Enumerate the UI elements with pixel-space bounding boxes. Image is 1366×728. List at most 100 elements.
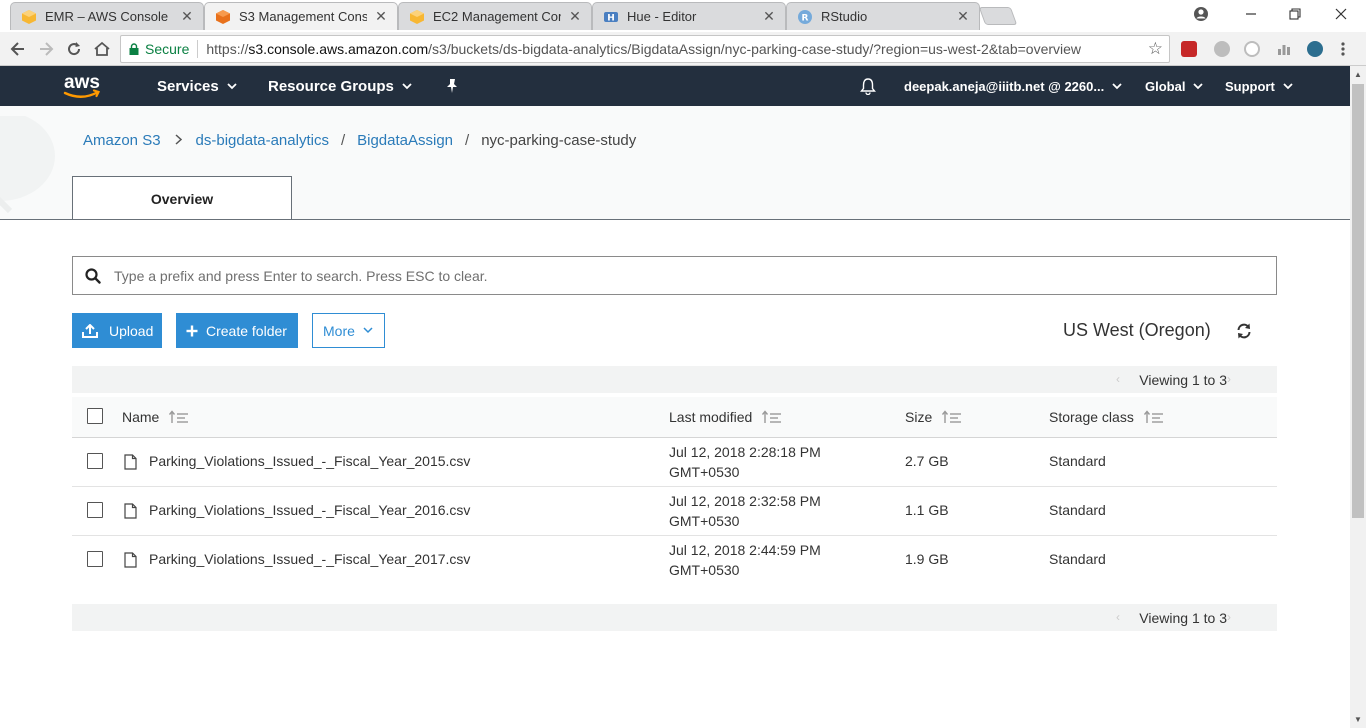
column-header-label: Storage class [1049, 409, 1134, 425]
browser-tab-hue[interactable]: H Hue - Editor ✕ [592, 2, 786, 30]
create-folder-button[interactable]: Create folder [176, 313, 298, 348]
plus-icon [186, 325, 198, 336]
close-icon[interactable]: ✕ [955, 8, 971, 25]
tab-title: EMR – AWS Console [45, 9, 169, 24]
upload-button[interactable]: Upload [72, 313, 162, 348]
table-row[interactable]: Parking_Violations_Issued_-_Fiscal_Year_… [72, 536, 1277, 585]
region-label: US West (Oregon) [1063, 320, 1211, 340]
reload-icon[interactable] [62, 37, 86, 61]
prev-page-icon[interactable]: ‹ [1116, 610, 1120, 624]
breadcrumb-folder[interactable]: BigdataAssign [357, 132, 453, 149]
chevron-down-icon [363, 327, 373, 334]
more-button[interactable]: More [312, 313, 385, 348]
scroll-down-arrow-icon[interactable]: ▼ [1354, 715, 1362, 724]
column-header-label: Name [122, 409, 160, 425]
refresh-icon[interactable] [1236, 323, 1252, 344]
storage-class: Standard [1049, 551, 1106, 567]
browser-tab-emr[interactable]: EMR – AWS Console ✕ [10, 2, 204, 30]
breadcrumb-amazon-s3[interactable]: Amazon S3 [83, 132, 161, 149]
extension-ublock-icon[interactable] [1244, 41, 1260, 57]
content-header: Amazon S3 ds-bigdata-analytics / Bigdata… [0, 106, 1350, 220]
close-icon[interactable]: ✕ [761, 8, 777, 25]
column-header-last-modified[interactable]: Last modified [669, 409, 782, 425]
chevron-down-icon [227, 83, 237, 90]
column-header-label: Size [905, 409, 933, 425]
notifications-bell-icon[interactable] [859, 66, 877, 106]
chrome-menu-icon[interactable] [1336, 37, 1350, 61]
row-checkbox[interactable] [87, 551, 103, 567]
restore-icon[interactable] [1272, 0, 1318, 28]
url-host: s3.console.aws.amazon.com [248, 41, 429, 57]
new-tab-button[interactable] [978, 7, 1018, 25]
prefix-search-box[interactable]: Type a prefix and press Enter to search.… [72, 256, 1277, 295]
last-modified-timezone: GMT+0530 [669, 562, 740, 578]
support-menu[interactable]: Support [1225, 66, 1293, 106]
sort-icon [1143, 410, 1163, 423]
forward-icon[interactable] [34, 37, 58, 61]
last-modified-date: Jul 12, 2018 2:32:58 PM [669, 493, 821, 509]
table-row[interactable]: Parking_Violations_Issued_-_Fiscal_Year_… [72, 438, 1277, 487]
column-header-size[interactable]: Size [905, 409, 962, 425]
row-checkbox[interactable] [87, 453, 103, 469]
next-page-icon[interactable]: › [1227, 610, 1231, 624]
profile-icon[interactable] [1178, 0, 1224, 28]
column-header-name[interactable]: Name [122, 409, 189, 425]
breadcrumb-bucket[interactable]: ds-bigdata-analytics [196, 132, 329, 149]
pager-text: Viewing 1 to 3 [1139, 610, 1227, 626]
scroll-up-arrow-icon[interactable]: ▲ [1354, 70, 1362, 79]
extension-circle-icon[interactable] [1214, 41, 1230, 57]
services-menu[interactable]: Services [157, 66, 237, 106]
browser-tab-s3[interactable]: S3 Management Console ✕ [204, 2, 398, 30]
extension-bookmark-icon[interactable] [1181, 41, 1197, 57]
browser-tab-ec2[interactable]: EC2 Management Conso ✕ [398, 2, 592, 30]
minimize-icon[interactable] [1228, 0, 1274, 28]
pin-icon[interactable] [445, 66, 459, 106]
tab-title: Hue - Editor [627, 9, 697, 24]
select-all-checkbox[interactable] [87, 408, 103, 424]
browser-toolbar: Secure https://s3.console.aws.amazon.com… [0, 32, 1366, 66]
aws-logo[interactable]: aws [60, 71, 104, 106]
tab-overview[interactable]: Overview [72, 176, 292, 219]
prev-page-icon[interactable]: ‹ [1116, 372, 1120, 386]
account-menu[interactable]: deepak.aneja@iiitb.net @ 2260... [904, 66, 1122, 106]
resource-groups-menu[interactable]: Resource Groups [268, 66, 412, 106]
file-size: 1.9 GB [905, 551, 949, 567]
close-icon[interactable]: ✕ [567, 8, 583, 25]
tab-title: RStudio [821, 9, 868, 24]
extension-text-icon[interactable] [1307, 41, 1323, 57]
page-scrollbar[interactable]: ▲ ▼ [1350, 66, 1366, 728]
file-name-link[interactable]: Parking_Violations_Issued_-_Fiscal_Year_… [149, 453, 470, 469]
address-bar[interactable]: Secure https://s3.console.aws.amazon.com… [120, 35, 1170, 63]
create-folder-label: Create folder [206, 322, 287, 339]
close-icon[interactable]: ✕ [179, 8, 195, 25]
last-modified-timezone: GMT+0530 [669, 464, 740, 480]
row-checkbox[interactable] [87, 502, 103, 518]
column-header-label: Last modified [669, 409, 753, 425]
close-window-icon[interactable] [1318, 0, 1364, 28]
rstudio-icon: R [798, 9, 812, 24]
tab-title: EC2 Management Conso [433, 9, 561, 24]
secure-indicator[interactable]: Secure [129, 41, 189, 57]
extension-chart-icon[interactable] [1276, 41, 1292, 57]
table-row[interactable]: Parking_Violations_Issued_-_Fiscal_Year_… [72, 487, 1277, 536]
home-icon[interactable] [90, 37, 114, 61]
pager-bottom: ‹ Viewing 1 to 3 › [72, 604, 1277, 631]
aws-top-nav: aws Services Resource Groups deepak.anej… [0, 66, 1350, 106]
scrollbar-thumb[interactable] [1352, 84, 1364, 518]
url-path: /s3/buckets/ds-bigdata-analytics/Bigdata… [428, 41, 1082, 57]
back-icon[interactable] [6, 37, 30, 61]
services-label: Services [157, 77, 219, 95]
file-name-link[interactable]: Parking_Violations_Issued_-_Fiscal_Year_… [149, 502, 470, 518]
browser-tab-rstudio[interactable]: R RStudio ✕ [786, 2, 980, 30]
sort-icon [762, 410, 782, 423]
hue-icon: H [604, 11, 618, 23]
next-page-icon[interactable]: › [1227, 372, 1231, 386]
bookmark-star-icon[interactable]: ☆ [1148, 39, 1163, 59]
last-modified-date: Jul 12, 2018 2:44:59 PM [669, 542, 821, 558]
column-header-storage-class[interactable]: Storage class [1049, 409, 1164, 425]
breadcrumb-current: nyc-parking-case-study [481, 132, 637, 149]
file-size: 1.1 GB [905, 502, 949, 518]
region-menu[interactable]: Global [1145, 66, 1204, 106]
close-icon[interactable]: ✕ [373, 8, 389, 25]
file-name-link[interactable]: Parking_Violations_Issued_-_Fiscal_Year_… [149, 551, 470, 567]
